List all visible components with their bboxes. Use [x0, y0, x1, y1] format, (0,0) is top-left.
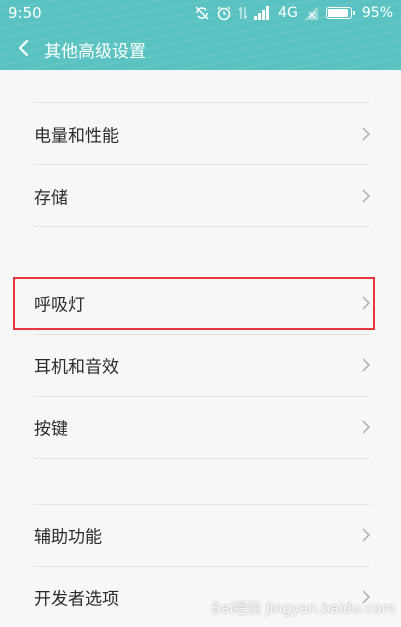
divider — [34, 164, 370, 165]
divider — [34, 102, 370, 103]
chevron-right-icon — [361, 357, 371, 373]
chevron-right-icon — [361, 419, 371, 435]
signal-icon — [254, 6, 272, 20]
list-item-storage[interactable]: 存储 — [0, 166, 401, 226]
item-label: 辅助功能 — [34, 523, 102, 548]
list-item-accessibility[interactable]: 辅助功能 — [0, 505, 401, 565]
alarm-icon — [216, 5, 232, 21]
title-bar: 其他高级设置 — [0, 30, 401, 66]
battery-fill — [328, 9, 348, 17]
page-title: 其他高级设置 — [44, 37, 146, 62]
item-label: 电量和性能 — [34, 122, 119, 147]
battery-percent: 95% — [362, 5, 393, 21]
list-item-developer-options[interactable]: 开发者选项 — [0, 567, 401, 627]
list-item-buttons[interactable]: 按键 — [0, 397, 401, 457]
data-transfer-icon — [238, 5, 248, 21]
chevron-right-icon — [361, 188, 371, 204]
watermark: Bai经验 jingyan.baidu.com — [211, 598, 395, 618]
status-icons: 4G 95% — [194, 4, 393, 22]
divider — [34, 458, 370, 459]
battery-icon — [326, 7, 352, 19]
sync-off-icon — [194, 5, 210, 21]
item-label: 存储 — [34, 184, 68, 209]
back-chevron-icon[interactable] — [14, 38, 34, 58]
chevron-right-icon — [361, 126, 371, 142]
item-label: 耳机和音效 — [34, 353, 119, 378]
item-label: 按键 — [34, 415, 68, 440]
status-bar: 9:50 4G — [0, 0, 401, 26]
chevron-right-icon — [361, 527, 371, 543]
status-time: 9:50 — [8, 4, 42, 22]
highlight-box — [13, 277, 375, 330]
item-label: 开发者选项 — [34, 585, 119, 610]
divider — [34, 226, 370, 227]
list-item-headphones-audio[interactable]: 耳机和音效 — [0, 335, 401, 395]
app-header: 9:50 4G — [0, 0, 401, 70]
list-item-battery-performance[interactable]: 电量和性能 — [0, 104, 401, 164]
no-signal-icon — [304, 6, 320, 20]
network-type: 4G — [278, 5, 298, 21]
